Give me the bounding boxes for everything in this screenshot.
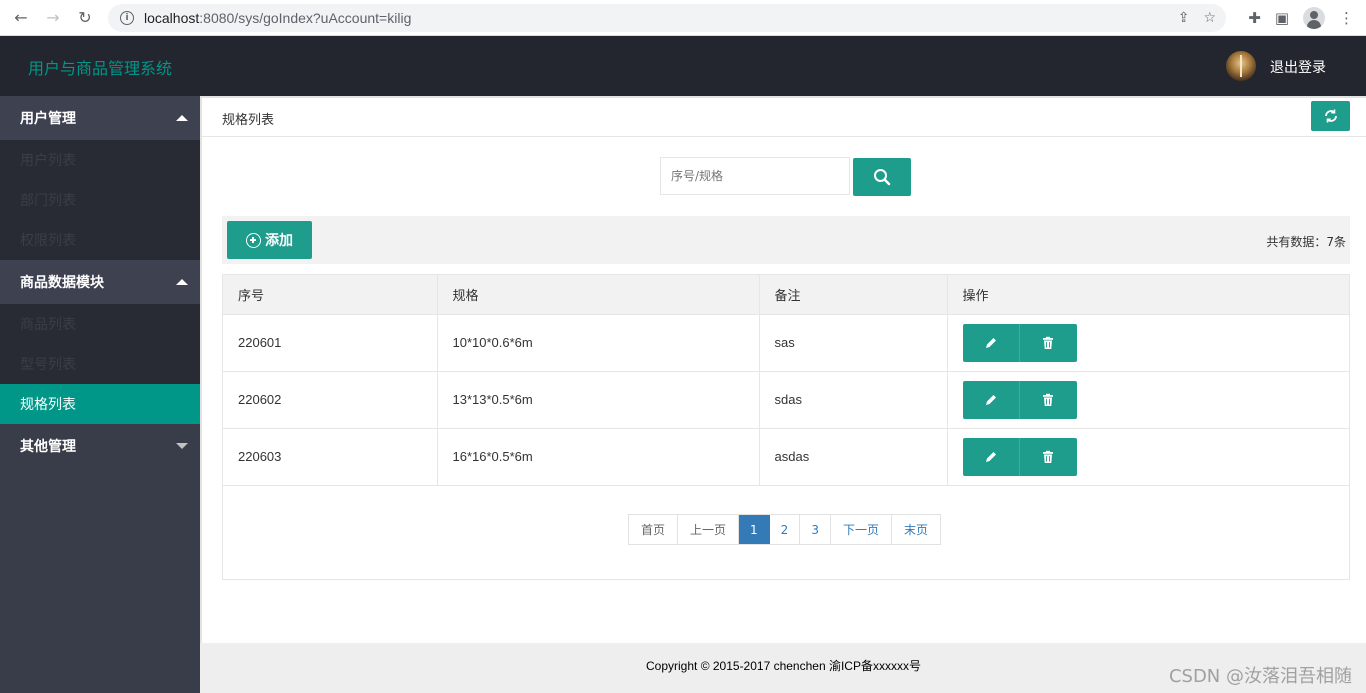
- cell-id: 220601: [223, 314, 438, 372]
- url-text[interactable]: localhost:8080/sys/goIndex?uAccount=kili…: [144, 10, 411, 26]
- edit-button[interactable]: [962, 437, 1020, 476]
- spec-table: 序号 规格 备注 操作 220601 10*10*0.6*6m sas 2206…: [223, 275, 1349, 486]
- main-content: 规格列表 添加 共有数据：7条 序号 规格: [200, 96, 1366, 643]
- browser-toolbar: ← → ↻ i localhost:8080/sys/goIndex?uAcco…: [0, 0, 1366, 36]
- sidebar-submenu-user: 用户列表 部门列表 权限列表: [0, 140, 200, 260]
- profile-icon[interactable]: [1303, 7, 1325, 29]
- share-icon[interactable]: ⇪: [1178, 10, 1190, 26]
- cell-id: 220603: [223, 428, 438, 486]
- search-button[interactable]: [853, 158, 911, 196]
- sidebar-group-label: 用户管理: [20, 111, 76, 127]
- pager-page-3[interactable]: 3: [800, 515, 831, 544]
- reload-icon[interactable]: ↻: [74, 7, 96, 29]
- cell-action: [947, 371, 1349, 429]
- pager-prev[interactable]: 上一页: [678, 515, 740, 544]
- add-button[interactable]: 添加: [227, 221, 312, 259]
- total-count: 共有数据：7条: [1266, 235, 1346, 249]
- pager-first[interactable]: 首页: [629, 515, 679, 544]
- pencil-icon: [985, 337, 996, 348]
- sidebar-item-perm-list[interactable]: 权限列表: [0, 220, 200, 260]
- pager-next[interactable]: 下一页: [830, 515, 892, 544]
- table-toolbar: 添加 共有数据：7条: [222, 216, 1350, 264]
- caret-up-icon: [176, 115, 188, 121]
- delete-button[interactable]: [1019, 380, 1077, 419]
- spec-table-container: 序号 规格 备注 操作 220601 10*10*0.6*6m sas 2206…: [222, 274, 1350, 580]
- table-row: 220603 16*16*0.5*6m asdas: [223, 428, 1349, 486]
- site-info-icon[interactable]: i: [120, 11, 134, 25]
- table-row: 220601 10*10*0.6*6m sas: [223, 314, 1349, 372]
- column-header-spec: 规格: [437, 275, 760, 315]
- column-header-note: 备注: [759, 275, 948, 315]
- footer: Copyright © 2015-2017 chenchen 渝ICP备xxxx…: [200, 643, 1366, 693]
- table-row: 220602 13*13*0.5*6m sdas: [223, 371, 1349, 429]
- extensions-icon[interactable]: ✚: [1248, 9, 1261, 27]
- cell-action: [947, 428, 1349, 486]
- search-icon: [874, 169, 891, 186]
- cell-id: 220602: [223, 371, 438, 429]
- back-arrow-icon[interactable]: ←: [10, 7, 32, 29]
- sidebar: 用户管理 用户列表 部门列表 权限列表 商品数据模块 商品列表 型号列表 规格列…: [0, 96, 200, 693]
- sidebar-group-label: 其他管理: [20, 439, 76, 455]
- column-header-action: 操作: [947, 275, 1349, 315]
- sidebar-item-dept-list[interactable]: 部门列表: [0, 180, 200, 220]
- sidebar-group-other[interactable]: 其他管理: [0, 424, 200, 468]
- pagination: 首页 上一页 1 2 3 下一页 末页: [628, 514, 941, 545]
- sidebar-submenu-goods: 商品列表 型号列表 规格列表: [0, 304, 200, 424]
- side-panel-icon[interactable]: ▣: [1275, 9, 1289, 27]
- table-header-row: 序号 规格 备注 操作: [223, 275, 1349, 315]
- sidebar-group-user[interactable]: 用户管理: [0, 96, 200, 140]
- cell-spec: 10*10*0.6*6m: [437, 314, 760, 372]
- cell-note: asdas: [759, 428, 948, 486]
- menu-kebab-icon[interactable]: ⋮: [1339, 9, 1354, 27]
- delete-button[interactable]: [1019, 437, 1077, 476]
- copyright-text: Copyright © 2015-2017 chenchen 渝ICP备xxxx…: [646, 659, 921, 673]
- logout-link[interactable]: 退出登录: [1270, 57, 1326, 77]
- forward-arrow-icon[interactable]: →: [42, 7, 64, 29]
- delete-button[interactable]: [1019, 323, 1077, 362]
- pager-page-1[interactable]: 1: [739, 515, 770, 544]
- page-title: 规格列表: [222, 113, 275, 128]
- watermark: CSDN @汝落泪吾相随: [1168, 666, 1352, 687]
- url-path: :8080/sys/goIndex?uAccount=kilig: [199, 10, 412, 26]
- cell-spec: 16*16*0.5*6m: [437, 428, 760, 486]
- sidebar-item-goods-list[interactable]: 商品列表: [0, 304, 200, 344]
- pager-page-2[interactable]: 2: [769, 515, 801, 544]
- caret-down-icon: [176, 443, 188, 449]
- sidebar-item-user-list[interactable]: 用户列表: [0, 140, 200, 180]
- sidebar-item-spec-list[interactable]: 规格列表: [0, 384, 200, 424]
- search-input[interactable]: [660, 157, 850, 195]
- refresh-icon: [1324, 109, 1337, 123]
- sidebar-item-model-list[interactable]: 型号列表: [0, 344, 200, 384]
- sidebar-group-label: 商品数据模块: [20, 275, 104, 291]
- cell-spec: 13*13*0.5*6m: [437, 371, 760, 429]
- add-button-label: 添加: [265, 233, 293, 249]
- caret-up-icon: [176, 279, 188, 285]
- address-bar[interactable]: i localhost:8080/sys/goIndex?uAccount=ki…: [108, 4, 1226, 32]
- cell-action: [947, 314, 1349, 372]
- edit-button[interactable]: [962, 323, 1020, 362]
- trash-icon: [1043, 336, 1053, 349]
- app-header: 用户与商品管理系统 退出登录: [0, 36, 1366, 96]
- plus-circle-icon: [246, 232, 261, 248]
- star-icon[interactable]: ☆: [1203, 10, 1216, 26]
- user-avatar[interactable]: [1226, 51, 1256, 81]
- trash-icon: [1043, 393, 1053, 406]
- pencil-icon: [985, 394, 996, 405]
- refresh-button[interactable]: [1311, 101, 1350, 131]
- url-host: localhost: [144, 10, 200, 26]
- cell-note: sdas: [759, 371, 948, 429]
- edit-button[interactable]: [962, 380, 1020, 419]
- pager-last[interactable]: 末页: [891, 515, 940, 544]
- sidebar-group-goods[interactable]: 商品数据模块: [0, 260, 200, 304]
- app-logo[interactable]: 用户与商品管理系统: [28, 55, 172, 79]
- pencil-icon: [985, 451, 996, 462]
- page-header: 规格列表: [202, 96, 1366, 137]
- cell-note: sas: [759, 314, 948, 372]
- trash-icon: [1043, 450, 1053, 463]
- column-header-id: 序号: [223, 275, 438, 315]
